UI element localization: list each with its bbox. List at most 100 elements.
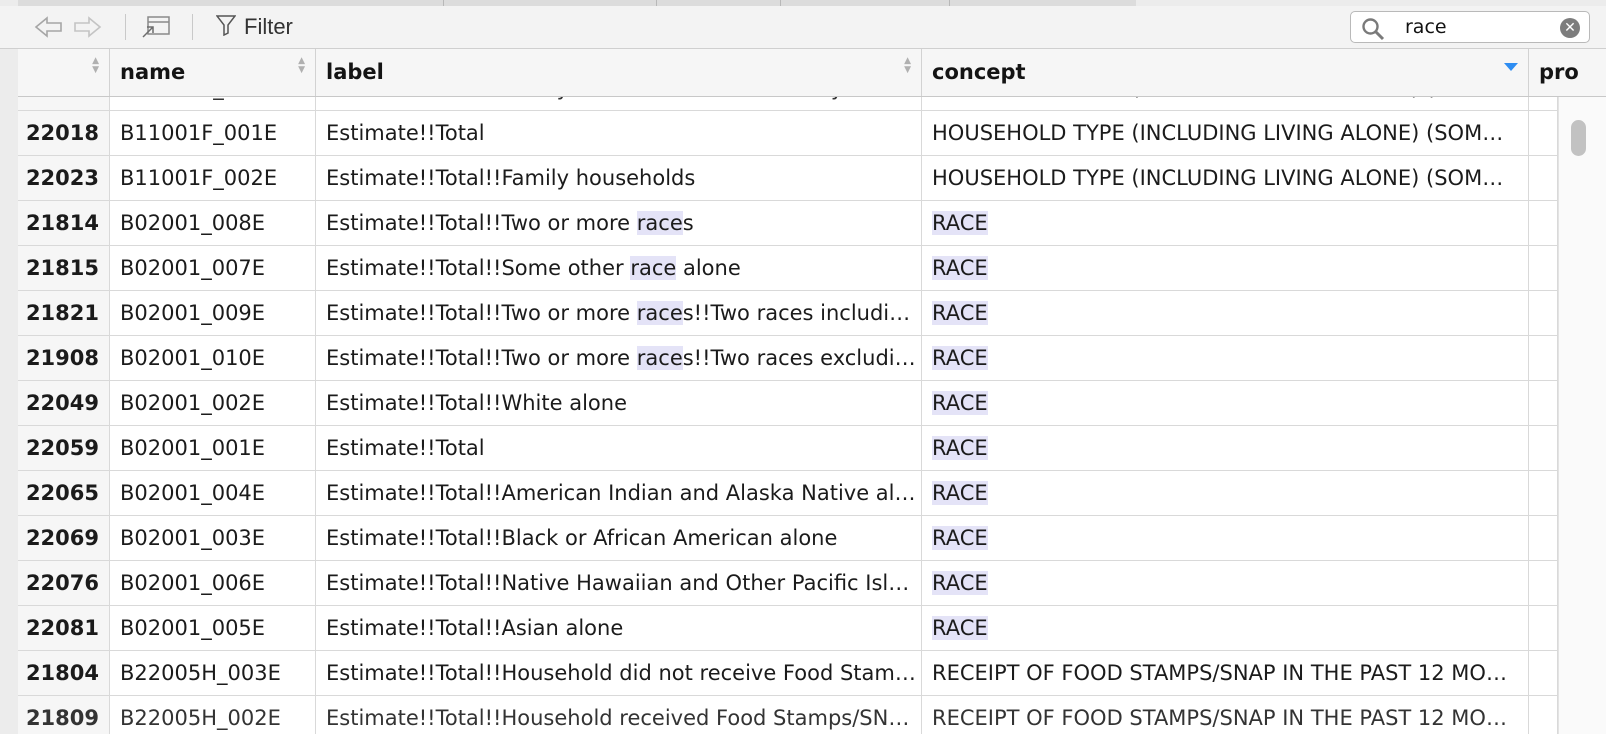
search-match-highlight: RACE	[932, 391, 988, 415]
column-header-label[interactable]: label ▲ ▼	[316, 49, 922, 96]
concept-cell[interactable]: RACE	[922, 516, 1529, 560]
label-cell[interactable]: Estimate!!Total!!Two or more races!!Two …	[316, 336, 922, 380]
table-row[interactable]: 22081 B02001_005E Estimate!!Total!!Asian a…	[18, 606, 1558, 651]
next-column-cell	[1529, 336, 1558, 380]
name-cell[interactable]: B02001_009E	[110, 291, 316, 335]
concept-cell[interactable]: RACE	[922, 606, 1529, 650]
column-header-rownum[interactable]: ▲ ▼	[18, 49, 110, 96]
table-row[interactable]: 22049 B02001_002E Estimate!!Total!!White a…	[18, 381, 1558, 426]
search-box[interactable]: ✕	[1350, 11, 1590, 43]
table-row[interactable]: 21804 B22005H_003E Estimate!!Total!!Househ…	[18, 651, 1558, 696]
table-row[interactable]: 21908 B02001_010E Estimate!!Total!!Two or …	[18, 336, 1558, 381]
column-header-concept[interactable]: concept	[922, 49, 1529, 96]
label-cell[interactable]: Estimate!!Total!!Native Hawaiian and Oth…	[316, 561, 922, 605]
table-row[interactable]: 22069 B02001_003E Estimate!!Total!!Black o…	[18, 516, 1558, 561]
table-row[interactable]: 22011 B11001F_004E Estimate!!Total!!Family…	[18, 97, 1558, 111]
name-cell[interactable]: B02001_006E	[110, 561, 316, 605]
concept-cell[interactable]: RACE	[922, 471, 1529, 515]
name-value: B02001_005E	[120, 616, 266, 640]
name-cell[interactable]: B02001_008E	[110, 201, 316, 245]
concept-cell[interactable]: RECEIPT OF FOOD STAMPS/SNAP IN THE PAST …	[922, 651, 1529, 695]
label-text: s!!Two races excludi…	[682, 346, 916, 370]
name-cell[interactable]: B02001_005E	[110, 606, 316, 650]
table-header: ▲ ▼ name ▲ ▼ label ▲ ▼ concept pro	[18, 49, 1606, 97]
search-match-highlight: RACE	[932, 481, 988, 505]
row-number-cell: 22065	[18, 471, 110, 515]
table-row[interactable]: 21821 B02001_009E Estimate!!Total!!Two or …	[18, 291, 1558, 336]
concept-cell[interactable]: RACE	[922, 381, 1529, 425]
name-cell[interactable]: B22005H_002E	[110, 696, 316, 734]
table-rows: 22011 B11001F_004E Estimate!!Total!!Family…	[18, 97, 1558, 734]
name-cell[interactable]: B02001_002E	[110, 381, 316, 425]
label-cell[interactable]: Estimate!!Total!!Two or more races!!Two …	[316, 291, 922, 335]
label-cell[interactable]: Estimate!!Total!!Family households	[316, 156, 922, 200]
concept-cell[interactable]: HOUSEHOLD TYPE (INCLUDING LIVING ALONE) …	[922, 97, 1529, 110]
row-number: 21821	[25, 301, 99, 325]
label-cell[interactable]: Estimate!!Total!!Asian alone	[316, 606, 922, 650]
concept-cell[interactable]: RACE	[922, 561, 1529, 605]
label-text: s!!Two races includi…	[682, 301, 911, 325]
column-header-name[interactable]: name ▲ ▼	[110, 49, 316, 96]
filter-button[interactable]: Filter	[215, 14, 293, 40]
name-cell[interactable]: B11001F_002E	[110, 156, 316, 200]
label-cell[interactable]: Estimate!!Total!!Household received Food…	[316, 696, 922, 734]
clear-x-icon[interactable]: ✕	[1560, 18, 1580, 38]
vertical-scrollbar[interactable]	[1558, 97, 1606, 734]
name-cell[interactable]: B22005H_003E	[110, 651, 316, 695]
data-viewer-toolbar: Filter ✕	[0, 6, 1606, 49]
concept-cell[interactable]: RACE	[922, 426, 1529, 470]
table-row[interactable]: 22065 B02001_004E Estimate!!Total!!America…	[18, 471, 1558, 516]
back-arrow-icon[interactable]	[34, 14, 64, 40]
table-row[interactable]: 22023 B11001F_002E Estimate!!Total!!Family…	[18, 156, 1558, 201]
table-row[interactable]: 22076 B02001_006E Estimate!!Total!!Native …	[18, 561, 1558, 606]
name-cell[interactable]: B02001_004E	[110, 471, 316, 515]
concept-cell[interactable]: RACE	[922, 201, 1529, 245]
label-cell[interactable]: Estimate!!Total	[316, 426, 922, 470]
concept-cell[interactable]: HOUSEHOLD TYPE (INCLUDING LIVING ALONE) …	[922, 156, 1529, 200]
next-column-cell	[1529, 606, 1558, 650]
table-row[interactable]: 21814 B02001_008E Estimate!!Total!!Two or …	[18, 201, 1558, 246]
label-cell[interactable]: Estimate!!Total!!White alone	[316, 381, 922, 425]
next-column-cell	[1529, 426, 1558, 470]
table-row[interactable]: 22059 B02001_001E Estimate!!Total RACE	[18, 426, 1558, 471]
name-cell[interactable]: B02001_007E	[110, 246, 316, 290]
label-text: Estimate!!Total!!White alone	[326, 391, 627, 415]
concept-cell[interactable]: RACE	[922, 291, 1529, 335]
name-value: B02001_001E	[120, 436, 266, 460]
name-cell[interactable]: B02001_001E	[110, 426, 316, 470]
name-cell[interactable]: B11001F_001E	[110, 111, 316, 155]
label-cell[interactable]: Estimate!!Total!!Black or African Americ…	[316, 516, 922, 560]
search-input[interactable]	[1405, 15, 1545, 39]
toolbar-divider	[125, 14, 126, 40]
name-cell[interactable]: B11001F_004E	[110, 97, 316, 110]
row-number-cell: 21821	[18, 291, 110, 335]
table-row[interactable]: 21815 B02001_007E Estimate!!Total!!Some ot…	[18, 246, 1558, 291]
column-header-next[interactable]: pro	[1529, 49, 1606, 96]
concept-cell[interactable]: RACE	[922, 336, 1529, 380]
row-number-cell: 22081	[18, 606, 110, 650]
concept-cell[interactable]: HOUSEHOLD TYPE (INCLUDING LIVING ALONE) …	[922, 111, 1529, 155]
concept-cell[interactable]: RECEIPT OF FOOD STAMPS/SNAP IN THE PAST …	[922, 696, 1529, 734]
label-cell[interactable]: Estimate!!Total!!Two or more races	[316, 201, 922, 245]
table-row[interactable]: 22018 B11001F_001E Estimate!!Total HOUSEHOL…	[18, 111, 1558, 156]
table-row[interactable]: 21809 B22005H_002E Estimate!!Total!!Househ…	[18, 696, 1558, 734]
name-cell[interactable]: B02001_003E	[110, 516, 316, 560]
row-number: 22023	[25, 166, 99, 190]
name-cell[interactable]: B02001_010E	[110, 336, 316, 380]
label-cell[interactable]: Estimate!!Total!!American Indian and Ala…	[316, 471, 922, 515]
label-cell[interactable]: Estimate!!Total!!Some other race alone	[316, 246, 922, 290]
label-cell[interactable]: Estimate!!Total!!Family households!!Othe…	[316, 97, 922, 110]
name-value: B02001_002E	[120, 391, 266, 415]
scrollbar-thumb[interactable]	[1571, 120, 1586, 156]
label-text: Estimate!!Total!!Some other	[326, 256, 631, 280]
forward-arrow-icon[interactable]	[72, 14, 102, 40]
popout-window-icon[interactable]	[140, 14, 172, 40]
label-cell[interactable]: Estimate!!Total	[316, 111, 922, 155]
name-value: B02001_010E	[120, 346, 266, 370]
label-text: Estimate!!Total!!Black or African Americ…	[326, 526, 838, 550]
name-value: B02001_007E	[120, 256, 266, 280]
concept-cell[interactable]: RACE	[922, 246, 1529, 290]
row-number: 22081	[25, 616, 99, 640]
label-cell[interactable]: Estimate!!Total!!Household did not recei…	[316, 651, 922, 695]
sort-descending-icon	[1504, 63, 1518, 71]
